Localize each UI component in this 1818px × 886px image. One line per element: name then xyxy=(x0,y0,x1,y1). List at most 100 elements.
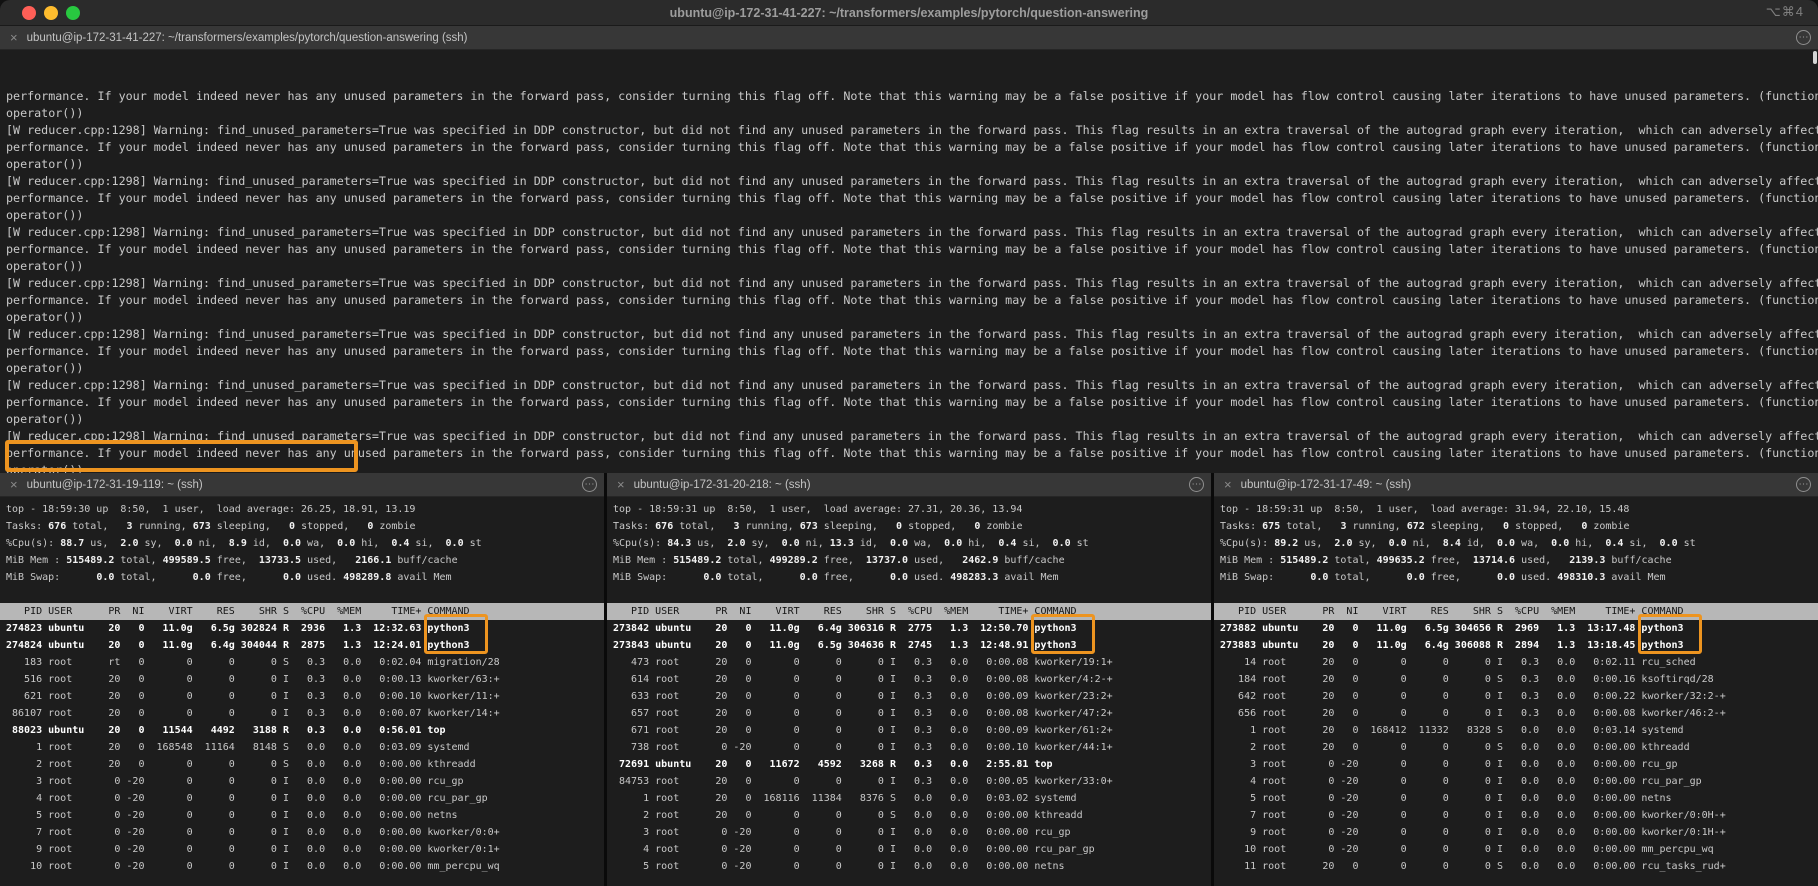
monitor-pane-2: × ubuntu@ip-172-31-20-218: ~ (ssh) ⋯ top… xyxy=(607,473,1211,886)
terminal-line: 14 root 20 0 0 0 0 I 0.3 0.0 0:02.11 rcu… xyxy=(1214,654,1818,671)
terminal-line: 9 root 0 -20 0 0 0 I 0.0 0.0 0:00.00 kwo… xyxy=(0,841,604,858)
monitor-pane-1: × ubuntu@ip-172-31-19-119: ~ (ssh) ⋯ top… xyxy=(0,473,604,886)
title-bar: ubuntu@ip-172-31-41-227: ~/transformers/… xyxy=(0,0,1818,26)
terminal-line: 4 root 0 -20 0 0 0 I 0.0 0.0 0:00.00 rcu… xyxy=(607,841,1211,858)
terminal-line: 7 root 0 -20 0 0 0 I 0.0 0.0 0:00.00 kwo… xyxy=(1214,807,1818,824)
terminal-line: operator()) xyxy=(0,309,1818,326)
close-window-button[interactable] xyxy=(22,6,36,20)
pane3-tab[interactable]: × ubuntu@ip-172-31-17-49: ~ (ssh) ⋯ xyxy=(1214,473,1818,497)
terminal-line: operator()) xyxy=(0,258,1818,275)
scrollbar-thumb[interactable] xyxy=(1813,51,1817,64)
terminal-line: 3 root 0 -20 0 0 0 I 0.0 0.0 0:00.00 rcu… xyxy=(607,824,1211,841)
terminal-line: performance. If your model indeed never … xyxy=(0,394,1818,411)
terminal-line: MiB Swap: 0.0 total, 0.0 free, 0.0 used.… xyxy=(607,569,1211,586)
terminal-line: MiB Swap: 0.0 total, 0.0 free, 0.0 used.… xyxy=(1214,569,1818,586)
terminal-line: 184 root 20 0 0 0 0 S 0.3 0.0 0:00.16 ks… xyxy=(1214,671,1818,688)
bottom-split: × ubuntu@ip-172-31-19-119: ~ (ssh) ⋯ top… xyxy=(0,473,1818,886)
terminal-line: 671 root 20 0 0 0 0 I 0.3 0.0 0:00.09 kw… xyxy=(607,722,1211,739)
terminal-line: 274823 ubuntu 20 0 11.0g 6.5g 302824 R 2… xyxy=(0,620,604,637)
pane3-top-output[interactable]: top - 18:59:31 up 8:50, 1 user, load ave… xyxy=(1214,497,1818,875)
monitor-pane-3: × ubuntu@ip-172-31-17-49: ~ (ssh) ⋯ top … xyxy=(1214,473,1818,886)
pane1-tab[interactable]: × ubuntu@ip-172-31-19-119: ~ (ssh) ⋯ xyxy=(0,473,604,497)
terminal-line: 1 root 20 0 168548 11164 8148 S 0.0 0.0 … xyxy=(0,739,604,756)
terminal-line: MiB Mem : 515489.2 total, 499289.2 free,… xyxy=(607,552,1211,569)
tab-menu-icon[interactable]: ⋯ xyxy=(1189,477,1204,492)
terminal-line xyxy=(0,586,604,603)
training-terminal-output: performance. If your model indeed never … xyxy=(0,88,1818,473)
close-tab-icon[interactable]: × xyxy=(10,478,18,491)
terminal-line xyxy=(607,586,1211,603)
terminal-line: [W reducer.cpp:1298] Warning: find_unuse… xyxy=(0,275,1818,292)
terminal-line: %Cpu(s): 88.7 us, 2.0 sy, 0.0 ni, 8.9 id… xyxy=(0,535,604,552)
close-tab-icon[interactable]: × xyxy=(10,31,18,44)
terminal-line: performance. If your model indeed never … xyxy=(0,88,1818,105)
close-tab-icon[interactable]: × xyxy=(1224,478,1232,491)
terminal-line: performance. If your model indeed never … xyxy=(0,241,1818,258)
terminal-line: [W reducer.cpp:1298] Warning: find_unuse… xyxy=(0,377,1818,394)
pane2-top-output[interactable]: top - 18:59:31 up 8:50, 1 user, load ave… xyxy=(607,497,1211,875)
terminal-line: 273882 ubuntu 20 0 11.0g 6.5g 304656 R 2… xyxy=(1214,620,1818,637)
tab-menu-icon[interactable]: ⋯ xyxy=(582,477,597,492)
terminal-line: 3 root 0 -20 0 0 0 I 0.0 0.0 0:00.00 rcu… xyxy=(0,773,604,790)
terminal-line: performance. If your model indeed never … xyxy=(0,139,1818,156)
terminal-line: top - 18:59:31 up 8:50, 1 user, load ave… xyxy=(1214,501,1818,518)
pane1-top-output[interactable]: top - 18:59:30 up 8:50, 1 user, load ave… xyxy=(0,497,604,875)
terminal-line: 10 root 0 -20 0 0 0 I 0.0 0.0 0:00.00 mm… xyxy=(1214,841,1818,858)
pane3-tab-title: ubuntu@ip-172-31-17-49: ~ (ssh) xyxy=(1241,479,1412,491)
terminal-line: PID USER PR NI VIRT RES SHR S %CPU %MEM … xyxy=(607,603,1211,620)
main-tab-title: ubuntu@ip-172-31-41-227: ~/transformers/… xyxy=(27,32,468,44)
window-shortcut-hint: ⌥⌘4 xyxy=(1766,4,1804,20)
terminal-line: performance. If your model indeed never … xyxy=(0,445,1818,462)
terminal-line: 516 root 20 0 0 0 0 I 0.3 0.0 0:00.13 kw… xyxy=(0,671,604,688)
terminal-line: 473 root 20 0 0 0 0 I 0.3 0.0 0:00.08 kw… xyxy=(607,654,1211,671)
terminal-line: operator()) xyxy=(0,360,1818,377)
terminal-line: Tasks: 675 total, 3 running, 672 sleepin… xyxy=(1214,518,1818,535)
terminal-line: 72691 ubuntu 20 0 11672 4592 3268 R 0.3 … xyxy=(607,756,1211,773)
terminal-line: 738 root 0 -20 0 0 0 I 0.3 0.0 0:00.10 k… xyxy=(607,739,1211,756)
close-tab-icon[interactable]: × xyxy=(617,478,625,491)
minimize-window-button[interactable] xyxy=(44,6,58,20)
terminal-line: 5 root 0 -20 0 0 0 I 0.0 0.0 0:00.00 net… xyxy=(0,807,604,824)
terminal-line: 633 root 20 0 0 0 0 I 0.3 0.0 0:00.09 kw… xyxy=(607,688,1211,705)
terminal-line: 273842 ubuntu 20 0 11.0g 6.4g 306316 R 2… xyxy=(607,620,1211,637)
pane1-tab-title: ubuntu@ip-172-31-19-119: ~ (ssh) xyxy=(27,479,203,491)
terminal-line: operator()) xyxy=(0,411,1818,428)
terminal-line: 2 root 20 0 0 0 0 S 0.0 0.0 0:00.00 kthr… xyxy=(0,756,604,773)
terminal-line: 10 root 0 -20 0 0 0 I 0.0 0.0 0:00.00 mm… xyxy=(0,858,604,875)
training-terminal-pane[interactable]: performance. If your model indeed never … xyxy=(0,50,1818,473)
terminal-line: 621 root 20 0 0 0 0 I 0.3 0.0 0:00.10 kw… xyxy=(0,688,604,705)
terminal-line: top - 18:59:30 up 8:50, 1 user, load ave… xyxy=(0,501,604,518)
zoom-window-button[interactable] xyxy=(66,6,80,20)
terminal-line: [W reducer.cpp:1298] Warning: find_unuse… xyxy=(0,428,1818,445)
terminal-line: 88023 ubuntu 20 0 11544 4492 3188 R 0.3 … xyxy=(0,722,604,739)
terminal-line: top - 18:59:31 up 8:50, 1 user, load ave… xyxy=(607,501,1211,518)
terminal-line: [W reducer.cpp:1298] Warning: find_unuse… xyxy=(0,224,1818,241)
terminal-line: 273883 ubuntu 20 0 11.0g 6.4g 306088 R 2… xyxy=(1214,637,1818,654)
terminal-line: 3 root 0 -20 0 0 0 I 0.0 0.0 0:00.00 rcu… xyxy=(1214,756,1818,773)
tab-menu-icon[interactable]: ⋯ xyxy=(1796,477,1811,492)
terminal-line: 4 root 0 -20 0 0 0 I 0.0 0.0 0:00.00 rcu… xyxy=(0,790,604,807)
terminal-line: 2 root 20 0 0 0 0 S 0.0 0.0 0:00.00 kthr… xyxy=(607,807,1211,824)
terminal-line: 4 root 0 -20 0 0 0 I 0.0 0.0 0:00.00 rcu… xyxy=(1214,773,1818,790)
terminal-line: 657 root 20 0 0 0 0 I 0.3 0.0 0:00.08 kw… xyxy=(607,705,1211,722)
terminal-line: [W reducer.cpp:1298] Warning: find_unuse… xyxy=(0,122,1818,139)
terminal-line: performance. If your model indeed never … xyxy=(0,190,1818,207)
terminal-line: Tasks: 676 total, 3 running, 673 sleepin… xyxy=(607,518,1211,535)
terminal-line: performance. If your model indeed never … xyxy=(0,292,1818,309)
terminal-line: 2 root 20 0 0 0 0 S 0.0 0.0 0:00.00 kthr… xyxy=(1214,739,1818,756)
tab-menu-icon[interactable]: ⋯ xyxy=(1796,30,1811,45)
traffic-lights xyxy=(22,6,80,20)
terminal-line: PID USER PR NI VIRT RES SHR S %CPU %MEM … xyxy=(0,603,604,620)
main-tab[interactable]: × ubuntu@ip-172-31-41-227: ~/transformer… xyxy=(0,26,1818,50)
terminal-line: MiB Mem : 515489.2 total, 499589.5 free,… xyxy=(0,552,604,569)
pane2-tab[interactable]: × ubuntu@ip-172-31-20-218: ~ (ssh) ⋯ xyxy=(607,473,1211,497)
terminal-window: ubuntu@ip-172-31-41-227: ~/transformers/… xyxy=(0,0,1818,886)
terminal-line: %Cpu(s): 89.2 us, 2.0 sy, 0.0 ni, 8.4 id… xyxy=(1214,535,1818,552)
terminal-line: 1 root 20 0 168116 11384 8376 S 0.0 0.0 … xyxy=(607,790,1211,807)
terminal-line: 5 root 0 -20 0 0 0 I 0.0 0.0 0:00.00 net… xyxy=(607,858,1211,875)
terminal-line: MiB Swap: 0.0 total, 0.0 free, 0.0 used.… xyxy=(0,569,604,586)
window-title: ubuntu@ip-172-31-41-227: ~/transformers/… xyxy=(0,6,1818,20)
terminal-line: operator()) xyxy=(0,462,1818,473)
terminal-line: 7 root 0 -20 0 0 0 I 0.0 0.0 0:00.00 kwo… xyxy=(0,824,604,841)
terminal-line: 5 root 0 -20 0 0 0 I 0.0 0.0 0:00.00 net… xyxy=(1214,790,1818,807)
